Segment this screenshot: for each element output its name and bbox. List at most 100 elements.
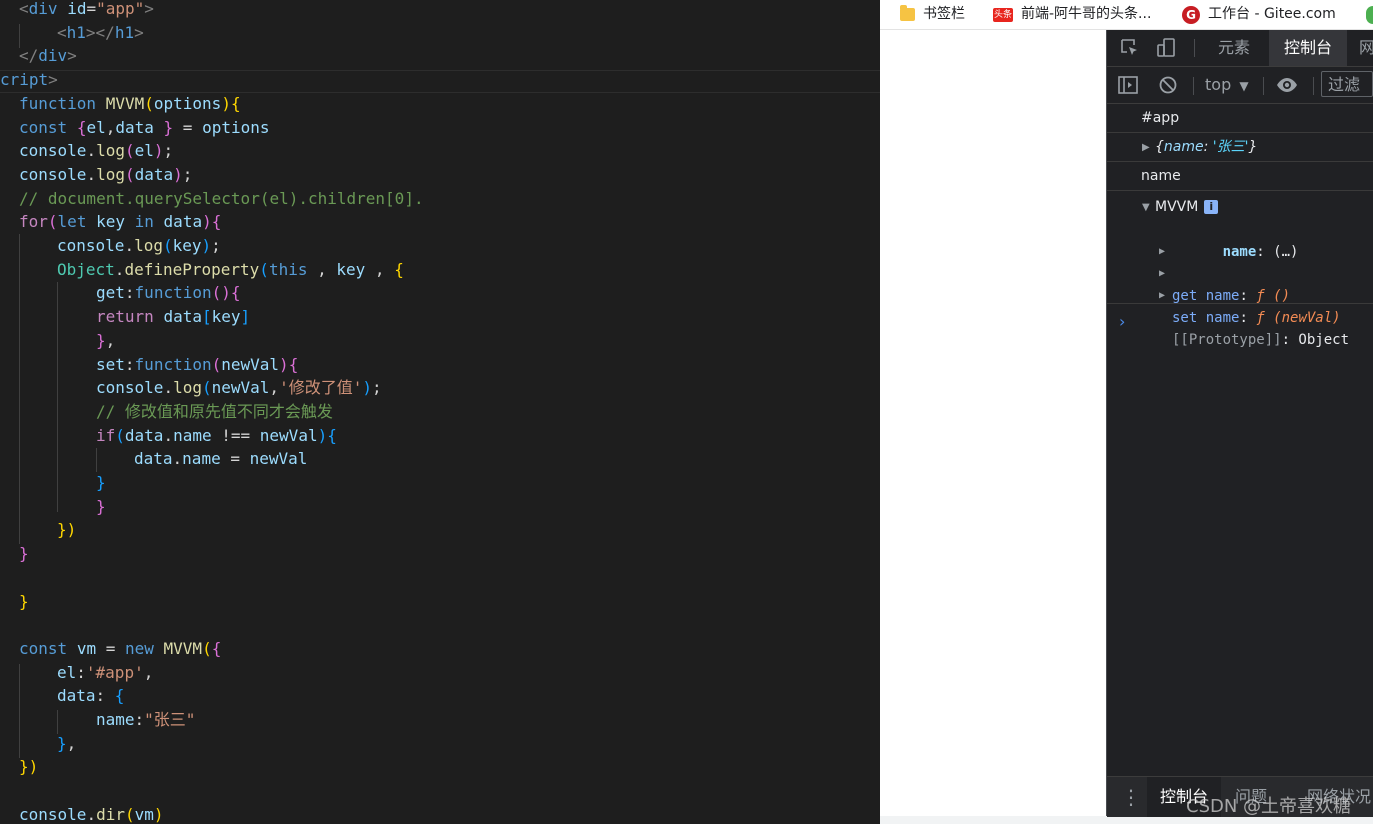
bookmark-toutiao[interactable]: 头条 前端-阿牛哥的头条... <box>993 0 1151 29</box>
code-line[interactable]: const {el,data } = options <box>19 116 270 140</box>
indent-guide <box>57 710 58 734</box>
code-line[interactable]: } <box>96 495 106 519</box>
device-toolbar-icon[interactable] <box>1155 30 1177 66</box>
bookmark-partial[interactable] <box>1366 0 1373 29</box>
code-token: MVVM <box>105 93 145 113</box>
code-line[interactable]: } <box>19 590 29 614</box>
code-editor[interactable]: <div id="app"> <h1></h1> </div> cript> funct… <box>0 0 880 824</box>
code-token: this <box>268 259 308 279</box>
code-token: data <box>134 449 173 469</box>
code-token: ] <box>240 307 251 327</box>
prop-key: [[Prototype]] <box>1172 332 1282 348</box>
filter-input[interactable]: 过滤 <box>1321 71 1373 97</box>
code-token: = <box>96 638 125 658</box>
code-token: get <box>96 283 125 303</box>
code-token: ) <box>153 141 164 161</box>
console-message: #app <box>1107 104 1373 133</box>
bookmark-gitee[interactable]: G 工作台 - Gitee.com <box>1182 0 1336 29</box>
console-prompt-icon[interactable]: › <box>1119 312 1125 331</box>
code-line[interactable]: data: { <box>57 684 124 708</box>
code-line[interactable]: <div id="app"> <box>19 0 154 21</box>
code-line[interactable]: name:"张三" <box>96 708 195 732</box>
code-token: const <box>19 638 68 658</box>
expand-triangle-icon[interactable]: ▶ <box>1159 285 1165 307</box>
code-line[interactable]: }, <box>57 732 76 756</box>
code-line[interactable]: get:function(){ <box>96 281 241 305</box>
toolbar-separator <box>1313 77 1314 95</box>
eye-icon[interactable] <box>1275 67 1299 103</box>
clear-console-icon[interactable] <box>1157 67 1179 103</box>
code-token: . <box>172 449 183 469</box>
expand-triangle-icon[interactable]: ▶ <box>1159 263 1165 285</box>
code-token: "张三" <box>144 710 196 729</box>
property-row[interactable]: ▶ get name: ƒ () <box>1107 241 1373 304</box>
code-line[interactable]: // document.querySelector(el).children[0… <box>19 187 424 211</box>
property-row[interactable]: ▶ [[Prototype]]: Object <box>1107 285 1373 348</box>
expand-triangle-icon[interactable]: ▶ <box>1142 134 1150 162</box>
colon: : <box>1203 139 1213 155</box>
code-token: ) <box>221 93 231 113</box>
code-line[interactable]: // 修改值和原先值不同才会触发 <box>96 400 333 424</box>
code-line[interactable]: } <box>96 471 106 495</box>
code-line[interactable]: for(let key in data){ <box>19 210 221 234</box>
code-token: } <box>19 544 29 564</box>
code-token: in <box>134 212 154 232</box>
code-line[interactable]: }, <box>96 329 115 353</box>
code-token: . <box>163 425 174 445</box>
code-token: dir <box>96 804 125 824</box>
code-line[interactable]: }) <box>57 518 76 542</box>
console-message[interactable]: ▶ {name: '张三'} <box>1107 133 1373 162</box>
code-token: '#app' <box>85 662 144 682</box>
bookmark-gitee-label: 工作台 - Gitee.com <box>1208 6 1336 22</box>
code-line[interactable]: Object.defineProperty(this , key , { <box>57 258 404 282</box>
code-line[interactable]: console.log(el); <box>19 139 173 163</box>
code-token: ; <box>163 141 174 161</box>
code-line[interactable]: </div> <box>19 44 77 68</box>
property-row[interactable]: name: (…) <box>1172 219 1299 260</box>
web-page-viewport[interactable] <box>880 30 1106 816</box>
code-token: vm <box>134 804 154 824</box>
code-line[interactable]: } <box>19 542 29 566</box>
code-token: ) <box>201 236 212 255</box>
code-line[interactable]: console.dir(vm) <box>19 803 164 824</box>
code-line[interactable]: set:function(newVal){ <box>96 353 298 377</box>
code-token: newVal <box>211 378 270 398</box>
code-token: div <box>28 0 58 18</box>
code-line[interactable]: cript> <box>0 68 58 92</box>
code-line[interactable]: if(data.name !== newVal){ <box>96 424 337 448</box>
tab-network[interactable]: 网 <box>1359 30 1373 66</box>
code-token: ( <box>124 164 135 184</box>
code-token: , <box>365 259 395 279</box>
console-log-el: #app <box>1141 110 1180 126</box>
prototype-entry: [[Prototype]]: Object <box>1172 329 1349 351</box>
code-token: for <box>19 212 48 232</box>
code-line[interactable]: }) <box>19 755 38 779</box>
info-icon[interactable]: i <box>1204 200 1219 214</box>
code-token: key <box>336 259 366 279</box>
setter-entry: set name: ƒ (newVal) <box>1172 307 1341 329</box>
code-line[interactable]: console.log(data); <box>19 163 192 187</box>
bookmark-folder[interactable]: 书签栏 <box>900 0 965 29</box>
code-line[interactable]: <h1></h1> <box>57 21 144 45</box>
collapse-triangle-icon[interactable]: ▼ <box>1142 198 1150 218</box>
bookmark-green-icon <box>1366 5 1373 24</box>
expand-triangle-icon[interactable]: ▶ <box>1159 241 1165 263</box>
inspect-element-icon[interactable] <box>1119 30 1141 66</box>
code-token: { <box>288 354 299 374</box>
tab-console[interactable]: 控制台 <box>1269 30 1347 66</box>
code-line[interactable]: function MVVM(options){ <box>19 92 241 116</box>
code-line[interactable]: const vm = new MVVM({ <box>19 637 221 661</box>
code-line[interactable]: el:'#app', <box>57 661 153 685</box>
more-menu-icon[interactable]: ⋮ <box>1121 777 1141 817</box>
code-line[interactable]: data.name = newVal <box>134 447 307 471</box>
sidebar-toggle-icon[interactable] <box>1117 67 1139 103</box>
tab-elements[interactable]: 元素 <box>1203 30 1265 66</box>
property-row[interactable]: ▶ set name: ƒ (newVal) <box>1107 263 1373 326</box>
code-line[interactable]: console.log(newVal,'修改了值'); <box>96 376 382 400</box>
code-line[interactable]: console.log(key); <box>57 234 221 258</box>
object-name: MVVM i <box>1155 197 1219 217</box>
code-line[interactable]: return data[key] <box>96 305 250 329</box>
context-selector[interactable]: top ▼ <box>1205 67 1249 104</box>
